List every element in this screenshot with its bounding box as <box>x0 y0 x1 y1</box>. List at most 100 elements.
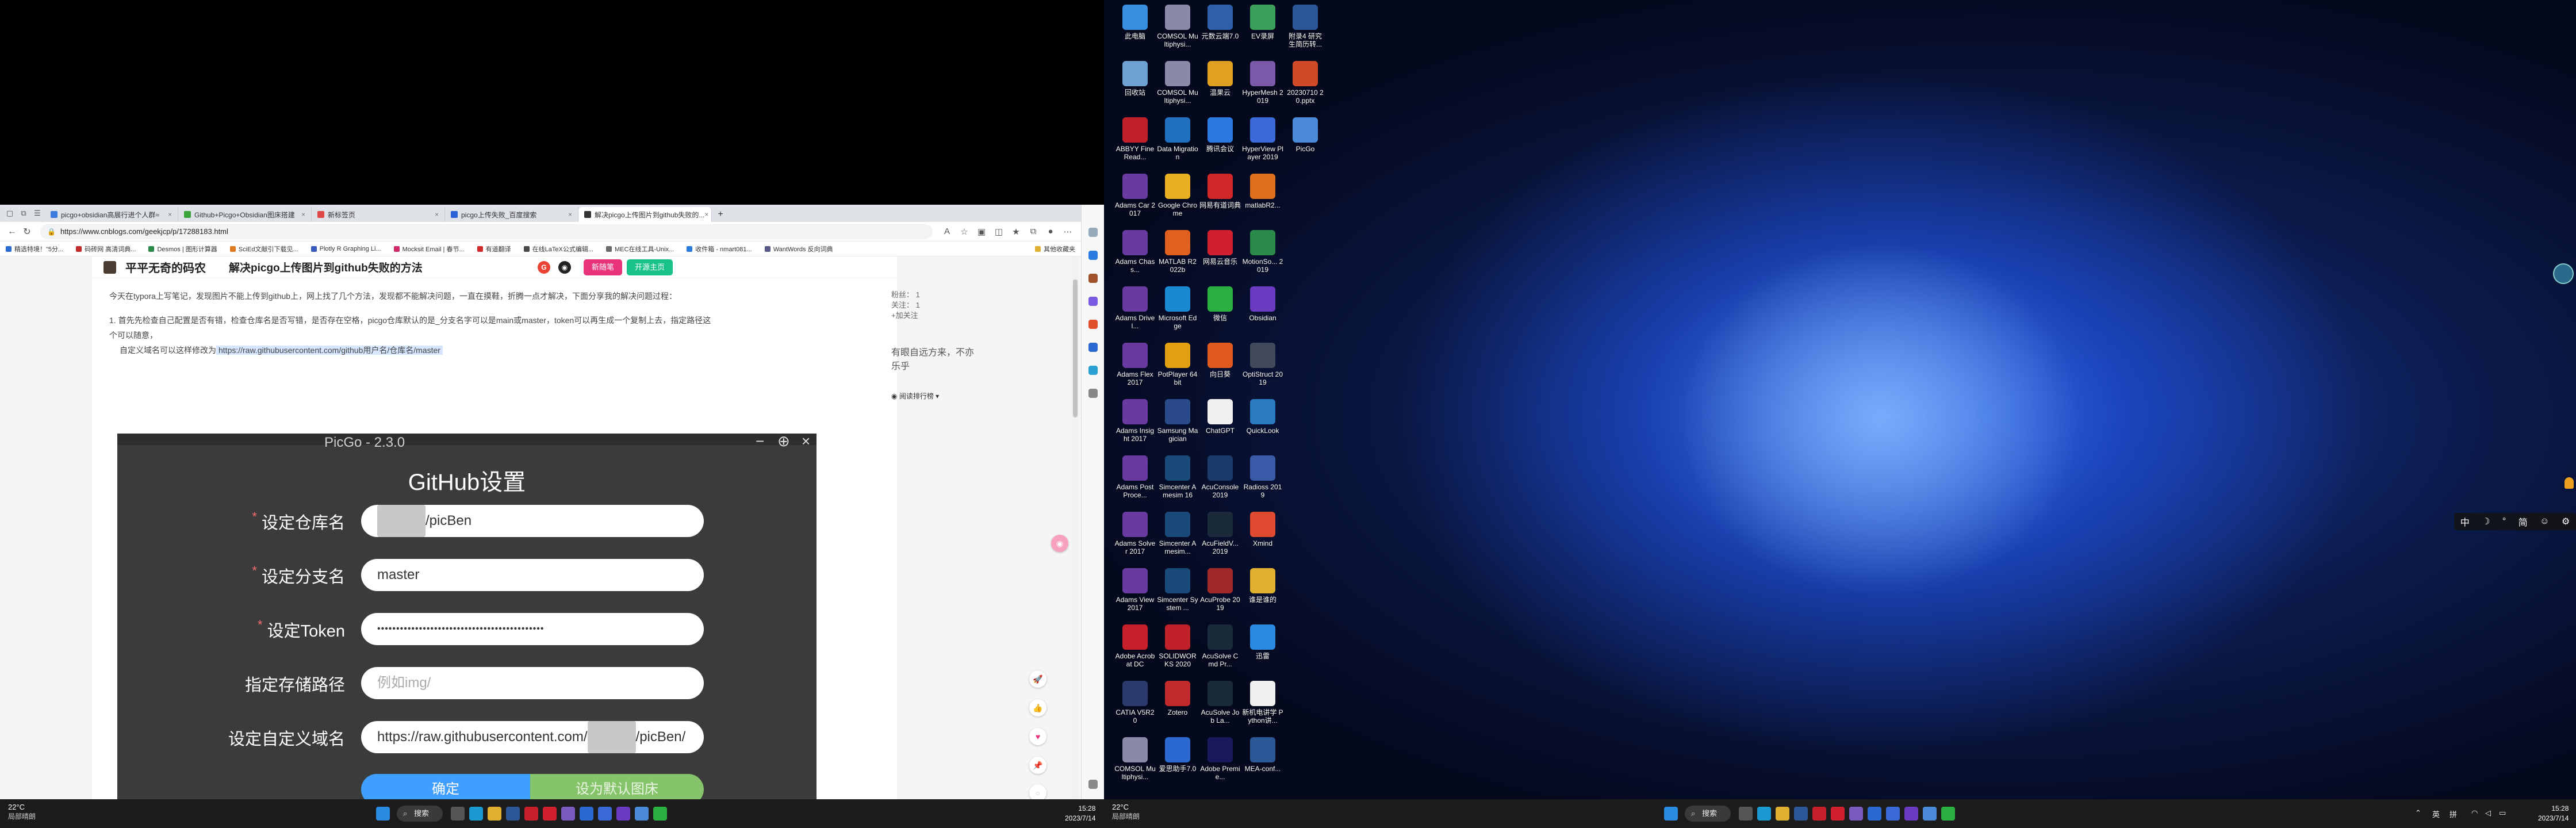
read-aloud-icon[interactable]: A <box>938 227 956 236</box>
moon-icon[interactable]: ☽ <box>2482 516 2490 527</box>
desktop-icon[interactable]: Obsidian <box>1242 285 1283 343</box>
page-scrollbar[interactable] <box>1072 256 1079 799</box>
tab-3[interactable]: 新标签页 × <box>312 207 445 222</box>
discover-icon[interactable] <box>1088 251 1098 260</box>
bookmark-item[interactable]: Mocksit Email | 春节... <box>393 244 465 254</box>
start-icon[interactable] <box>376 807 390 821</box>
desktop-icon[interactable]: HyperView Player 2019 <box>1242 116 1283 174</box>
floating-assistant-icon[interactable] <box>2553 263 2574 284</box>
ime-language[interactable]: 英 <box>2432 808 2440 819</box>
tray-chevron-icon[interactable]: ⌃ <box>2415 808 2421 818</box>
desktop-icon[interactable]: AcuProbe 2019 <box>1199 567 1241 624</box>
favorite-star-icon[interactable]: ☆ <box>956 227 973 237</box>
desktop-icon[interactable]: Xmind <box>1242 511 1283 568</box>
bookmark-item[interactable]: SciEd文献引下载见... <box>229 244 298 254</box>
close-icon[interactable]: × <box>301 210 305 218</box>
desktop-icon[interactable]: Adams Drivel... <box>1114 285 1156 343</box>
close-icon[interactable]: × <box>568 210 572 218</box>
desktop-icon[interactable]: OptiStruct 2019 <box>1242 342 1283 399</box>
emoji-icon[interactable]: ☺ <box>2540 516 2549 527</box>
file-explorer-icon[interactable] <box>1776 807 1789 821</box>
app-icon[interactable] <box>598 807 612 821</box>
volume-icon[interactable]: ◁ <box>2485 808 2491 818</box>
desktop-icon[interactable]: Simcenter System ... <box>1157 567 1198 624</box>
desktop-icon[interactable]: 新机电讲学 Python讲... <box>1242 680 1283 737</box>
desktop-icon[interactable]: Simcenter Amesim 16 <box>1157 454 1198 512</box>
new-post-button[interactable]: 新随笔 <box>583 259 622 275</box>
bookmark-item[interactable]: WantWords 反向词典 <box>764 244 833 254</box>
clock-left[interactable]: 15:28 2023/7/14 <box>1065 804 1095 823</box>
desktop-icon[interactable]: Radioss 2019 <box>1242 454 1283 512</box>
task-view-icon[interactable] <box>451 807 465 821</box>
edge-taskbar-icon[interactable] <box>1757 807 1771 821</box>
desktop-icon[interactable]: ABBYY FineRead... <box>1114 116 1156 174</box>
desktop-icon[interactable]: 谁是谁的 <box>1242 567 1283 624</box>
desktop-icon[interactable]: COMSOL Multiphysi... <box>1114 736 1156 793</box>
split-screen-icon[interactable]: ◫ <box>990 227 1007 237</box>
follow-link[interactable]: +加关注 <box>891 310 977 321</box>
ime-input-mode[interactable]: 拼 <box>2450 808 2457 819</box>
outlook-icon[interactable] <box>1088 343 1098 352</box>
desktop-icon[interactable]: 向日葵 <box>1199 342 1241 399</box>
picgo-taskbar-icon[interactable] <box>1923 807 1937 821</box>
desktop-icon[interactable]: Adobe Premie... <box>1199 736 1241 793</box>
settings-icon[interactable] <box>1088 780 1098 789</box>
google-icon[interactable]: G <box>537 260 550 274</box>
desktop-icon[interactable]: Zotero <box>1157 680 1198 737</box>
desktop-icon[interactable]: MATLAB R2022b <box>1157 229 1198 286</box>
bookmark-item[interactable]: 在线LaTeX公式编辑... <box>523 244 593 254</box>
obsidian-taskbar-icon[interactable] <box>616 807 630 821</box>
close-icon[interactable]: × <box>704 210 708 218</box>
picgo-taskbar-icon[interactable] <box>635 807 649 821</box>
collections-icon[interactable]: ⧉ <box>1025 227 1042 236</box>
games-icon[interactable] <box>1088 297 1098 306</box>
bookmark-item[interactable]: MEC在线工具-Unix... <box>606 244 674 254</box>
bookmark-item[interactable]: Plotly R Graphing Li... <box>310 246 381 252</box>
desktop-icon[interactable]: Adams Solver 2017 <box>1114 511 1156 568</box>
bookmark-item[interactable]: 有道翻译 <box>477 244 511 254</box>
wifi-icon[interactable]: ◠ <box>2471 808 2478 818</box>
desktop-icon[interactable]: 元数云端7.0 <box>1199 3 1241 61</box>
search-icon[interactable] <box>1088 228 1098 237</box>
desktop-icon[interactable]: AcuSolve Cmd Pr... <box>1199 623 1241 681</box>
desktop-icon[interactable]: PotPlayer 64 bit <box>1157 342 1198 399</box>
ime-toolbar[interactable]: 中 ☽ ° 简 ☺ ⚙ <box>2454 513 2576 530</box>
heart-icon[interactable]: ♥ <box>1029 728 1046 745</box>
bookmark-item[interactable]: 收件箱 - nmart081... <box>687 244 752 254</box>
bookmark-item[interactable]: Desmos | 图形计算器 <box>148 244 217 254</box>
tab-actions-icon[interactable]: ⧉ <box>17 207 30 220</box>
desktop-icon[interactable]: Simcenter Amesim... <box>1157 511 1198 568</box>
desktop-icon[interactable]: Adams PostProce... <box>1114 454 1156 512</box>
desktop-icon[interactable]: 网易云音乐 <box>1199 229 1241 286</box>
desktop-icon[interactable]: SOLIDWORKS 2020 <box>1157 623 1198 681</box>
app-icon[interactable] <box>1886 807 1900 821</box>
ime-simplified[interactable]: 简 <box>2518 515 2528 528</box>
bookmark-item[interactable]: 精选特境！"5分... <box>6 244 63 254</box>
wechat-taskbar-icon[interactable] <box>1941 807 1955 821</box>
ime-mode[interactable]: 中 <box>2460 515 2470 528</box>
desktop-icon[interactable]: HyperMesh 2019 <box>1242 60 1283 117</box>
desktop-icon[interactable]: AcuFieldV... 2019 <box>1199 511 1241 568</box>
desktop-icon[interactable]: 回收站 <box>1114 60 1156 117</box>
desktop-icon[interactable]: 爱思助手7.0 <box>1157 736 1198 793</box>
desktop-icon[interactable]: AcuSolve Job La... <box>1199 680 1241 737</box>
office-icon[interactable] <box>1088 320 1098 329</box>
weather-widget[interactable]: 22°C 局部晴朗 <box>1112 803 1140 821</box>
profile-icon[interactable]: ● <box>1042 227 1059 236</box>
word-icon[interactable] <box>506 807 520 821</box>
edge-taskbar-icon[interactable] <box>469 807 483 821</box>
netease-music-icon[interactable] <box>1831 807 1845 821</box>
other-favorites-folder[interactable]: 其他收藏夹 <box>1035 244 1075 254</box>
battery-icon[interactable]: ▭ <box>2499 808 2506 818</box>
desktop-icon[interactable]: EV录屏 <box>1242 3 1283 61</box>
desktop-icon[interactable]: Adams View 2017 <box>1114 567 1156 624</box>
taskbar-search[interactable]: ⌕ 搜索 <box>1685 806 1731 822</box>
start-icon[interactable] <box>1664 807 1678 821</box>
netease-music-icon[interactable] <box>543 807 557 821</box>
extension-icon[interactable]: ▣ <box>973 227 990 237</box>
desktop-icon[interactable]: 此电脑 <box>1114 3 1156 61</box>
desktop-icon[interactable]: ChatGPT <box>1199 398 1241 455</box>
favorites-icon[interactable]: ★ <box>1007 227 1025 237</box>
app-icon[interactable] <box>1868 807 1881 821</box>
desktop-icon[interactable]: AcuConsole 2019 <box>1199 454 1241 512</box>
